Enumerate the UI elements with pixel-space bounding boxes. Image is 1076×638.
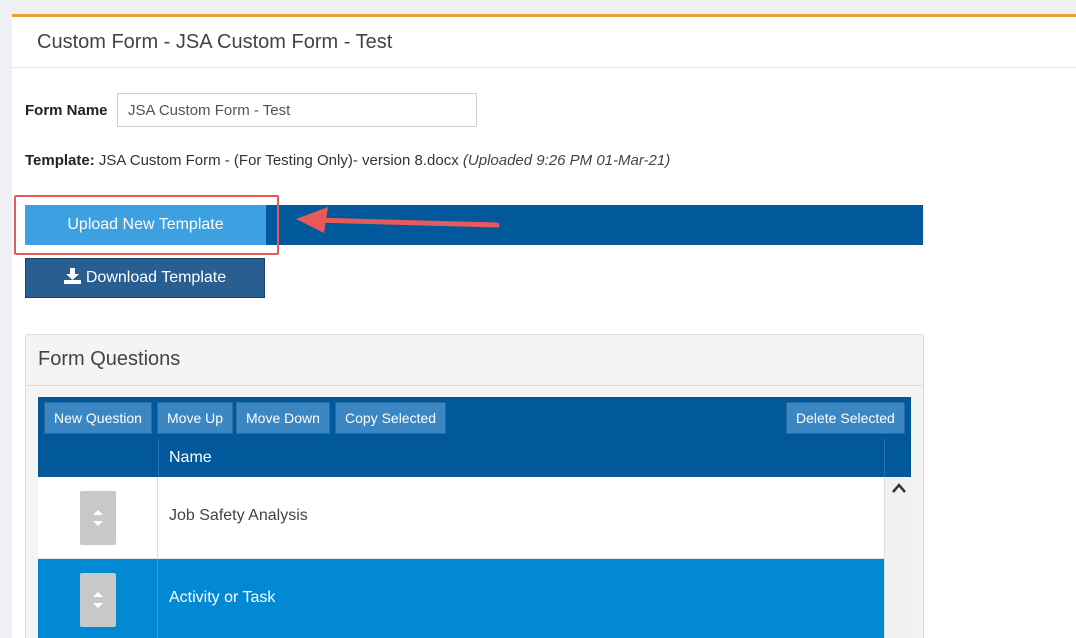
annotation-highlight-box xyxy=(14,195,279,255)
form-questions-title: Form Questions xyxy=(38,348,181,370)
drag-handle-icon[interactable] xyxy=(80,491,116,545)
question-name: Job Safety Analysis xyxy=(169,507,308,524)
template-file-name: JSA Custom Form - (For Testing Only)- ve… xyxy=(98,152,459,169)
template-uploaded-date: (Uploaded 9:26 PM 01-Mar-21) xyxy=(462,152,671,169)
download-template-label: Download Template xyxy=(85,269,227,286)
template-label: Template: xyxy=(25,152,95,169)
download-template-button[interactable]: Download Template xyxy=(25,258,265,298)
questions-grid: New Question Move Up Move Down Copy Sele… xyxy=(38,397,911,638)
column-header-name[interactable]: Name xyxy=(169,449,212,467)
form-name-label: Form Name xyxy=(25,102,108,119)
vertical-scrollbar[interactable] xyxy=(884,477,911,638)
new-question-button[interactable]: New Question xyxy=(44,402,152,434)
handle-cell xyxy=(38,477,158,559)
annotation-arrow xyxy=(296,207,500,233)
drag-handle-icon[interactable] xyxy=(80,573,116,627)
form-questions-panel: Form Questions New Question Move Up Move… xyxy=(25,334,924,638)
grid-column-header: Name xyxy=(38,439,911,477)
handle-cell xyxy=(38,559,158,638)
template-info: Template: JSA Custom Form - (For Testing… xyxy=(25,152,670,169)
grid-toolbar: New Question Move Up Move Down Copy Sele… xyxy=(38,397,911,439)
move-down-button[interactable]: Move Down xyxy=(236,402,330,434)
chevron-up-icon[interactable] xyxy=(892,483,906,493)
move-up-button[interactable]: Move Up xyxy=(157,402,234,434)
question-name: Activity or Task xyxy=(169,589,276,606)
table-row-selected[interactable]: Activity or Task xyxy=(38,559,884,638)
column-separator xyxy=(158,439,159,477)
table-row[interactable]: Job Safety Analysis xyxy=(38,477,884,559)
copy-selected-button[interactable]: Copy Selected xyxy=(335,402,447,434)
column-separator xyxy=(884,439,885,477)
download-icon xyxy=(63,261,81,299)
panel-header: Custom Form - JSA Custom Form - Test xyxy=(12,17,1076,68)
delete-selected-button[interactable]: Delete Selected xyxy=(786,402,905,434)
custom-form-panel: Custom Form - JSA Custom Form - Test For… xyxy=(12,14,1076,638)
divider xyxy=(26,385,923,386)
page-title: Custom Form - JSA Custom Form - Test xyxy=(37,31,393,53)
form-name-input[interactable] xyxy=(117,93,477,127)
